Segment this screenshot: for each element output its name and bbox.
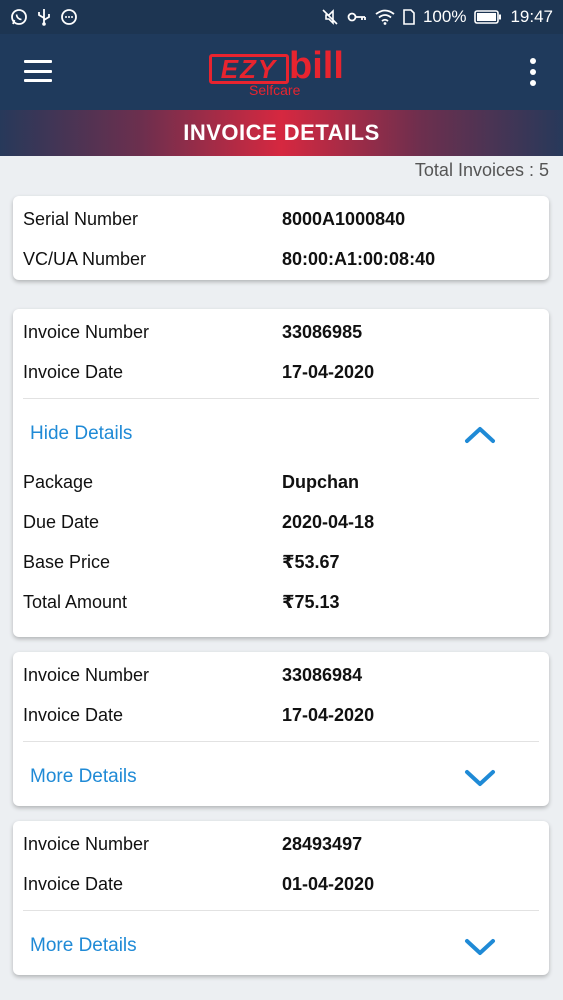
due-date-label: Due Date (23, 512, 100, 532)
base-price-label: Base Price (23, 552, 111, 572)
key-icon (347, 10, 367, 24)
base-price-value: ₹53.67 (282, 552, 340, 572)
package-row: Package Dupchan (23, 468, 539, 496)
base-price-row: Base Price ₹53.67 (23, 548, 539, 576)
total-amount-value: ₹75.13 (282, 592, 340, 612)
due-date-row: Due Date 2020-04-18 (23, 508, 539, 536)
sim-icon (403, 9, 415, 25)
more-details-button[interactable]: More Details (13, 752, 549, 802)
invoice-number-row: Invoice Number 33086984 (23, 661, 539, 689)
package-value: Dupchan (282, 472, 360, 492)
package-label: Package (23, 472, 94, 492)
chevron-up-icon (463, 423, 497, 445)
usb-icon (37, 8, 51, 26)
wifi-icon (375, 9, 395, 25)
toggle-details-label: More Details (30, 766, 137, 787)
vc-ua-number-row: VC/UA Number 80:00:A1:00:08:40 (23, 245, 539, 273)
logo-ezy-text: EZY (209, 54, 289, 84)
invoice-number-value: 33086984 (282, 665, 363, 685)
divider (23, 910, 539, 911)
invoice-date-label: Invoice Date (23, 362, 124, 382)
divider (23, 398, 539, 399)
status-bar: 100% 19:47 (0, 0, 563, 34)
chat-bubble-icon (60, 8, 78, 26)
invoice-date-value: 01-04-2020 (282, 874, 375, 894)
divider (23, 741, 539, 742)
app-bar: EZY bill Selfcare (0, 34, 563, 110)
serial-number-label: Serial Number (23, 209, 139, 229)
logo-bill-text: bill (289, 45, 344, 87)
chevron-down-icon (463, 766, 497, 788)
invoice-number-value: 33086985 (282, 322, 363, 342)
hide-details-button[interactable]: Hide Details (13, 409, 549, 459)
status-bar-system: 100% 19:47 (321, 7, 553, 27)
chevron-down-icon (463, 935, 497, 957)
invoice-date-value: 17-04-2020 (282, 705, 375, 725)
whatsapp-icon (10, 8, 28, 26)
total-amount-row: Total Amount ₹75.13 (23, 588, 539, 616)
invoice-number-label: Invoice Number (23, 834, 150, 854)
hamburger-menu-icon[interactable] (24, 60, 52, 82)
invoice-card: Invoice Number 33086985 Invoice Date 17-… (13, 309, 549, 637)
device-info-card: Serial Number 8000A1000840 VC/UA Number … (13, 196, 549, 280)
invoice-card: Invoice Number 33086984 Invoice Date 17-… (13, 652, 549, 806)
overflow-menu-icon[interactable] (528, 58, 538, 86)
total-invoices-count: Total Invoices : 5 (414, 160, 549, 180)
serial-number-row: Serial Number 8000A1000840 (23, 205, 539, 233)
invoice-number-row: Invoice Number 28493497 (23, 830, 539, 858)
toggle-details-label: More Details (30, 935, 137, 956)
invoice-date-label: Invoice Date (23, 874, 124, 894)
invoice-card: Invoice Number 28493497 Invoice Date 01-… (13, 821, 549, 975)
invoice-number-label: Invoice Number (23, 322, 150, 342)
invoice-date-row: Invoice Date 17-04-2020 (23, 358, 539, 386)
invoice-date-row: Invoice Date 01-04-2020 (23, 870, 539, 898)
invoice-date-label: Invoice Date (23, 705, 124, 725)
logo-selfcare-text: Selfcare (249, 82, 301, 98)
invoice-number-value: 28493497 (282, 834, 363, 854)
vc-ua-number-value: 80:00:A1:00:08:40 (282, 249, 436, 269)
total-amount-label: Total Amount (23, 592, 128, 612)
page-title: INVOICE DETAILS (0, 110, 563, 156)
mute-icon (321, 8, 339, 26)
battery-icon (474, 10, 502, 24)
toggle-details-label: Hide Details (30, 423, 133, 444)
status-bar-notifications (10, 8, 78, 26)
invoice-date-value: 17-04-2020 (282, 362, 375, 382)
more-details-button[interactable]: More Details (13, 921, 549, 971)
battery-percentage: 100% (422, 7, 467, 26)
invoice-number-label: Invoice Number (23, 665, 150, 685)
ezybill-logo: EZY bill Selfcare (209, 46, 359, 102)
vc-ua-number-label: VC/UA Number (23, 249, 147, 269)
serial-number-value: 8000A1000840 (282, 209, 406, 229)
invoice-date-row: Invoice Date 17-04-2020 (23, 701, 539, 729)
invoice-number-row: Invoice Number 33086985 (23, 318, 539, 346)
due-date-value: 2020-04-18 (282, 512, 375, 532)
clock: 19:47 (510, 7, 553, 26)
